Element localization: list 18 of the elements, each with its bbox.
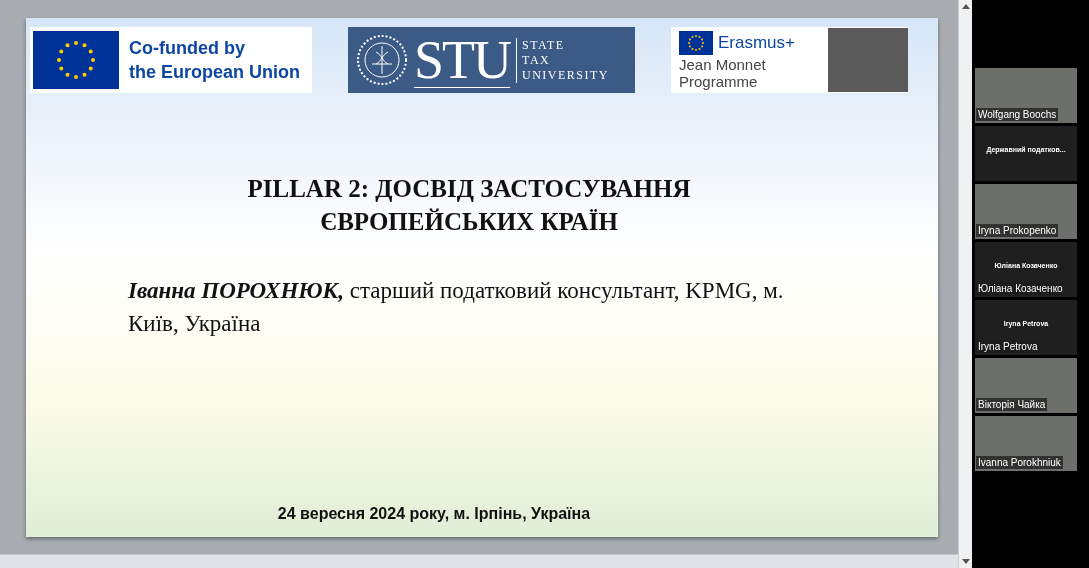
- participant-name: Wolfgang Boochs: [976, 108, 1059, 121]
- logo-title: Erasmus+: [718, 32, 795, 53]
- participant-tile[interactable]: Ivanna Porokhniuk: [975, 416, 1077, 471]
- participant-name: Юліана Козаченко: [976, 282, 1065, 295]
- eu-logo-text: Co-funded by the European Union: [129, 37, 300, 84]
- logo-mark: STU: [414, 32, 510, 88]
- date-line: 24 вересня 2024 року, м. Ірпінь, Україна: [276, 505, 592, 523]
- logo-text: STATE TAX UNIVERSITY: [516, 37, 609, 83]
- slide-title: PILLAR 2: ДОСВІД ЗАСТОСУВАННЯ ЄВРОПЕЙСЬКИХ КРАЇН: [246, 174, 692, 237]
- participant-name: Ivanna Porokhniuk: [976, 456, 1063, 469]
- logo-text: Jean Monnet Programme: [679, 55, 767, 90]
- participant-tile[interactable]: Iryna Prokopenko: [975, 184, 1077, 239]
- participant-tile[interactable]: Вікторія Чайка: [975, 358, 1077, 413]
- participant-name: Iryna Petrova: [976, 340, 1040, 353]
- participant-name: Вікторія Чайка: [976, 398, 1048, 411]
- author-line: Іванна ПОРОХНЮК, старший податковий консультант, KPMG, м. Київ, Україна: [128, 277, 785, 338]
- participant-name: Iryna Prokopenko: [976, 224, 1059, 237]
- participant-tile[interactable]: Wolfgang Boochs: [975, 68, 1077, 123]
